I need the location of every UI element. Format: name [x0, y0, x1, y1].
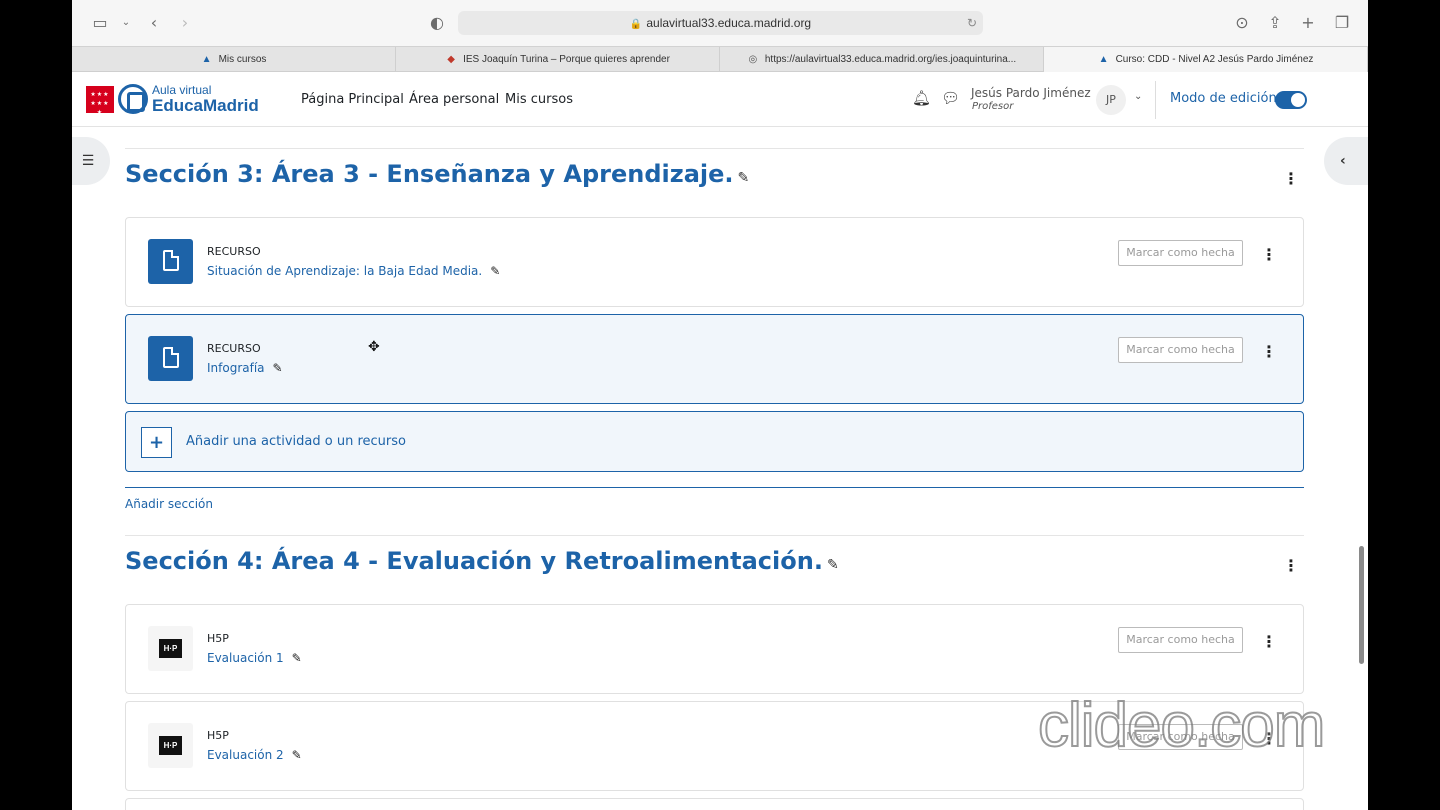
sidebar-toggle-icon[interactable]: ▭	[89, 12, 111, 34]
add-section-link[interactable]: Añadir sección	[125, 497, 213, 511]
activity-menu-icon[interactable]: ⋮	[1261, 247, 1277, 263]
browser-tabs: ▲ Mis cursos ◆ IES Joaquín Turina – Porq…	[72, 46, 1368, 72]
url-bar[interactable]: 🔒 aulavirtual33.educa.madrid.org ↻	[458, 11, 983, 35]
graduation-cap-icon: ▲	[1098, 53, 1109, 65]
activity-card: H·P H5P Evaluación 1 ✎ Marcar como hecha …	[125, 604, 1304, 694]
tab-label: Curso: CDD - Nivel A2 Jesús Pardo Jiméne…	[1115, 54, 1314, 65]
pencil-icon[interactable]: ✎	[292, 748, 302, 762]
screen: ▭ ⌄ ‹ › ◐ 🔒 aulavirtual33.educa.madrid.or…	[72, 0, 1368, 810]
activity-link[interactable]: Evaluación 2 ✎	[207, 748, 302, 762]
section-4-menu-icon[interactable]: ⋮	[1283, 558, 1299, 574]
reload-icon[interactable]: ↻	[967, 11, 977, 35]
mark-done-button[interactable]: Marcar como hecha	[1118, 240, 1243, 266]
chevron-down-icon[interactable]: ⌄	[1134, 91, 1142, 102]
pencil-icon[interactable]: ✎	[292, 651, 302, 665]
user-role: Profesor	[972, 101, 1014, 112]
h5p-icon[interactable]: H·P	[148, 723, 193, 768]
section-title-text[interactable]: Sección 4: Área 4 - Evaluación y Retroal…	[125, 547, 823, 575]
divider	[125, 148, 1304, 149]
activity-name[interactable]: Situación de Aprendizaje: la Baja Edad M…	[207, 264, 482, 278]
activity-name[interactable]: Evaluación 2	[207, 748, 284, 762]
globe-icon: ◎	[748, 53, 758, 65]
watermark: clideo.com	[1037, 690, 1326, 761]
resource-icon[interactable]	[148, 336, 193, 381]
section-3-menu-icon[interactable]: ⋮	[1283, 171, 1299, 187]
activity-name[interactable]: Evaluación 1	[207, 651, 284, 665]
lock-icon: 🔒	[629, 19, 643, 30]
bell-icon[interactable]: 🔔︎	[912, 89, 931, 107]
activity-link[interactable]: Situación de Aprendizaje: la Baja Edad M…	[207, 264, 500, 278]
course-index-icon[interactable]: ☰	[72, 137, 110, 185]
section-title-text[interactable]: Sección 3: Área 3 - Enseñanza y Aprendiz…	[125, 160, 734, 188]
logo-text-big[interactable]: EducaMadrid	[152, 96, 259, 116]
divider	[1155, 81, 1156, 119]
tab-curso-cdd[interactable]: ▲ Curso: CDD - Nivel A2 Jesús Pardo Jimé…	[1044, 47, 1368, 72]
back-icon[interactable]: ‹	[143, 12, 165, 34]
user-name[interactable]: Jesús Pardo Jiménez	[971, 86, 1091, 100]
activity-card	[125, 798, 1304, 810]
pencil-icon[interactable]: ✎	[827, 557, 839, 573]
site-navbar: ★★★ ★★★ ★ Aula virtual EducaMadrid Página …	[72, 73, 1368, 127]
edit-mode-toggle[interactable]	[1275, 91, 1307, 109]
plus-icon: +	[141, 427, 172, 458]
move-cursor-icon: ✥	[368, 339, 380, 355]
pencil-icon[interactable]: ✎	[490, 264, 500, 278]
activity-type: H5P	[207, 632, 229, 645]
new-tab-icon[interactable]: +	[1297, 12, 1319, 34]
chevron-down-icon[interactable]: ⌄	[115, 12, 137, 34]
activity-name[interactable]: Infografía	[207, 361, 265, 375]
nav-mis-cursos[interactable]: Mis cursos	[505, 92, 573, 107]
url-text: aulavirtual33.educa.madrid.org	[646, 16, 812, 30]
resource-icon[interactable]	[148, 239, 193, 284]
mark-done-button[interactable]: Marcar como hecha	[1118, 337, 1243, 363]
nav-pagina-principal[interactable]: Página Principal	[301, 92, 404, 107]
activity-type: RECURSO	[207, 245, 261, 258]
nav-area-personal[interactable]: Área personal	[409, 92, 499, 107]
h5p-icon[interactable]: H·P	[148, 626, 193, 671]
share-icon[interactable]: ⇪	[1264, 12, 1286, 34]
add-activity-label: Añadir una actividad o un recurso	[186, 434, 406, 449]
section-4-title[interactable]: Sección 4: Área 4 - Evaluación y Retroal…	[125, 547, 839, 575]
avatar[interactable]: JP	[1096, 85, 1126, 115]
section-3-title[interactable]: Sección 3: Área 3 - Enseñanza y Aprendiz…	[125, 160, 749, 188]
activity-link[interactable]: Infografía ✎	[207, 361, 283, 375]
edit-mode-label: Modo de edición	[1170, 91, 1277, 106]
download-icon[interactable]: ⊙	[1231, 12, 1253, 34]
mark-done-button[interactable]: Marcar como hecha	[1118, 627, 1243, 653]
pencil-icon[interactable]: ✎	[273, 361, 283, 375]
activity-menu-icon[interactable]: ⋮	[1261, 344, 1277, 360]
divider	[125, 487, 1304, 488]
madrid-flag-logo[interactable]: ★★★ ★★★ ★	[86, 86, 114, 116]
tab-url[interactable]: ◎ https://aulavirtual33.educa.madrid.org…	[720, 47, 1044, 72]
tab-overview-icon[interactable]: ❐	[1331, 12, 1353, 34]
shield-favicon-icon: ◆	[447, 53, 455, 65]
tab-label: Mis cursos	[218, 54, 267, 65]
educamadrid-logo-icon[interactable]	[118, 84, 148, 114]
graduation-cap-icon: ▲	[201, 53, 212, 65]
browser-toolbar: ▭ ⌄ ‹ › ◐ 🔒 aulavirtual33.educa.madrid.or…	[72, 0, 1368, 46]
pencil-icon[interactable]: ✎	[738, 170, 750, 186]
activity-card: RECURSO Infografía ✎ Marcar como hecha ⋮	[125, 314, 1304, 404]
activity-type: H5P	[207, 729, 229, 742]
scrollbar[interactable]	[1359, 546, 1364, 664]
tab-ies-joaquin-turina[interactable]: ◆ IES Joaquín Turina – Porque quieres ap…	[396, 47, 720, 72]
tab-label: https://aulavirtual33.educa.madrid.org/i…	[764, 54, 1017, 65]
activity-type: RECURSO	[207, 342, 261, 355]
chevron-left-icon[interactable]: ‹	[1324, 137, 1368, 185]
activity-menu-icon[interactable]: ⋮	[1261, 634, 1277, 650]
tab-label: IES Joaquín Turina – Porque quieres apre…	[463, 54, 670, 65]
activity-link[interactable]: Evaluación 1 ✎	[207, 651, 302, 665]
tab-mis-cursos[interactable]: ▲ Mis cursos	[72, 47, 396, 72]
divider	[125, 535, 1304, 536]
activity-card: RECURSO Situación de Aprendizaje: la Baj…	[125, 217, 1304, 307]
add-activity-button[interactable]: + Añadir una actividad o un recurso	[125, 411, 1304, 472]
chat-icon[interactable]: 💬︎	[941, 89, 960, 107]
logo-text-small[interactable]: Aula virtual	[152, 83, 211, 97]
privacy-shield-icon[interactable]: ◐	[426, 12, 448, 34]
forward-icon[interactable]: ›	[174, 12, 196, 34]
